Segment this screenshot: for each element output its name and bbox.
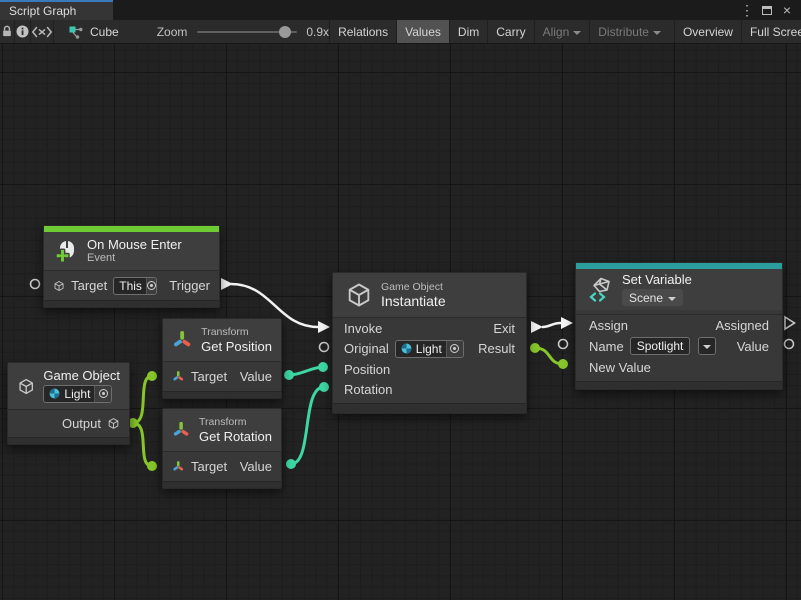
trigger-label: Trigger xyxy=(169,278,210,293)
graph-breadcrumb[interactable]: Cube xyxy=(68,20,119,43)
variable-name-dropdown[interactable] xyxy=(698,337,716,355)
chevron-down-icon xyxy=(668,297,676,301)
distribute-dropdown[interactable]: Distribute xyxy=(589,20,669,43)
node-title: On Mouse Enter xyxy=(87,237,182,252)
original-label: Original xyxy=(344,341,389,356)
target-label: Target xyxy=(191,459,227,474)
gameobject-icon xyxy=(17,373,35,400)
node-set-variable[interactable]: Set Variable Scene Assign Assigned Name … xyxy=(575,262,783,390)
prefab-icon xyxy=(401,343,412,354)
zoom-value: 0.9x xyxy=(306,25,329,39)
close-icon[interactable]: × xyxy=(779,2,795,18)
variable-scope-dropdown[interactable]: Scene xyxy=(622,289,683,306)
overview-button[interactable]: Overview xyxy=(674,20,741,43)
node-title: Game Object xyxy=(43,368,120,383)
node-footer xyxy=(576,381,782,389)
graph-toolbar: Cube Zoom 0.9x Relations Values Dim Carr… xyxy=(0,20,801,44)
tab-title: Script Graph xyxy=(9,4,76,18)
new-value-label: New Value xyxy=(589,360,651,375)
lock-button[interactable] xyxy=(0,20,15,43)
tab-script-graph[interactable]: Script Graph xyxy=(0,0,113,20)
node-footer xyxy=(163,391,281,398)
carry-toggle[interactable]: Carry xyxy=(487,20,533,43)
chevron-down-icon xyxy=(573,31,581,35)
code-view-button[interactable] xyxy=(31,20,54,43)
node-footer xyxy=(44,300,219,307)
transform-icon xyxy=(172,417,191,443)
gameobject-type-icon xyxy=(107,417,120,430)
window-controls: ⋮ × xyxy=(739,0,801,20)
zoom-control: Zoom 0.9x xyxy=(157,20,329,43)
node-footer xyxy=(8,437,129,444)
node-get-rotation[interactable]: Transform Get Rotation Target Value xyxy=(162,408,282,489)
graph-icon xyxy=(68,24,84,40)
object-picker-icon[interactable] xyxy=(146,278,156,294)
window-tab-bar: Script Graph ⋮ × xyxy=(0,0,801,20)
mouse-event-icon xyxy=(53,238,79,264)
align-dropdown[interactable]: Align xyxy=(534,20,590,43)
node-footer xyxy=(163,481,281,488)
node-subtitle: Event xyxy=(87,252,182,265)
unity-variable-icon xyxy=(587,276,614,303)
node-category: Transform xyxy=(199,416,272,429)
node-on-mouse-enter[interactable]: On Mouse Enter Event Target This Trigger xyxy=(43,225,220,308)
gameobject-icon xyxy=(345,281,373,309)
object-picker-icon[interactable] xyxy=(446,341,463,357)
invoke-label: Invoke xyxy=(344,321,382,336)
target-label: Target xyxy=(71,278,107,293)
window-menu-icon[interactable]: ⋮ xyxy=(739,2,755,18)
variable-name-field[interactable]: Spotlight xyxy=(630,337,691,355)
value-label: Value xyxy=(240,369,272,384)
original-value: Light xyxy=(416,342,442,356)
object-picker-icon[interactable] xyxy=(94,386,111,402)
target-object-field[interactable]: This xyxy=(113,277,157,295)
transform-type-icon xyxy=(172,370,185,383)
graph-name: Cube xyxy=(90,25,119,39)
values-toggle[interactable]: Values xyxy=(396,20,449,43)
node-category: Game Object xyxy=(381,281,446,294)
lock-icon xyxy=(0,24,14,39)
rotation-label: Rotation xyxy=(344,382,392,397)
node-game-object-literal[interactable]: Game Object Light Output xyxy=(7,362,130,445)
dim-toggle[interactable]: Dim xyxy=(449,20,487,43)
relations-toggle[interactable]: Relations xyxy=(329,20,396,43)
chevron-down-icon xyxy=(653,31,661,35)
gameobject-type-icon xyxy=(53,279,65,293)
prefab-icon xyxy=(49,388,60,399)
node-title: Get Rotation xyxy=(199,429,272,444)
assigned-label: Assigned xyxy=(716,318,769,333)
light-object-field[interactable]: Light xyxy=(43,385,112,403)
info-icon xyxy=(15,24,30,39)
transform-type-icon xyxy=(172,460,185,473)
node-title: Get Position xyxy=(201,339,272,354)
node-title: Instantiate xyxy=(381,294,446,309)
maximize-icon[interactable] xyxy=(759,2,775,18)
original-object-field[interactable]: Light xyxy=(395,340,464,358)
assign-label: Assign xyxy=(589,318,628,333)
node-footer xyxy=(333,403,526,413)
result-label: Result xyxy=(478,341,515,356)
chevron-down-icon xyxy=(703,345,711,349)
inspect-button[interactable] xyxy=(15,20,31,43)
transform-icon xyxy=(172,327,193,353)
exit-label: Exit xyxy=(493,321,515,336)
name-label: Name xyxy=(589,339,624,354)
object-value: Light xyxy=(64,387,90,401)
output-label: Output xyxy=(62,416,101,431)
node-category: Transform xyxy=(201,326,272,339)
value-label: Value xyxy=(737,339,769,354)
node-get-position[interactable]: Transform Get Position Target Value xyxy=(162,318,282,399)
zoom-slider-knob[interactable] xyxy=(279,26,291,38)
node-instantiate[interactable]: Game Object Instantiate Invoke Exit Orig… xyxy=(332,272,527,414)
value-label: Value xyxy=(240,459,272,474)
toolbar-toggles: Relations Values Dim Carry Align Distrib… xyxy=(329,20,801,43)
position-label: Position xyxy=(344,362,390,377)
code-view-icon xyxy=(31,25,53,39)
target-label: Target xyxy=(191,369,227,384)
zoom-label: Zoom xyxy=(157,25,188,39)
node-title: Set Variable xyxy=(622,272,692,287)
zoom-slider[interactable] xyxy=(197,31,297,33)
fullscreen-button[interactable]: Full Screen xyxy=(741,20,801,43)
